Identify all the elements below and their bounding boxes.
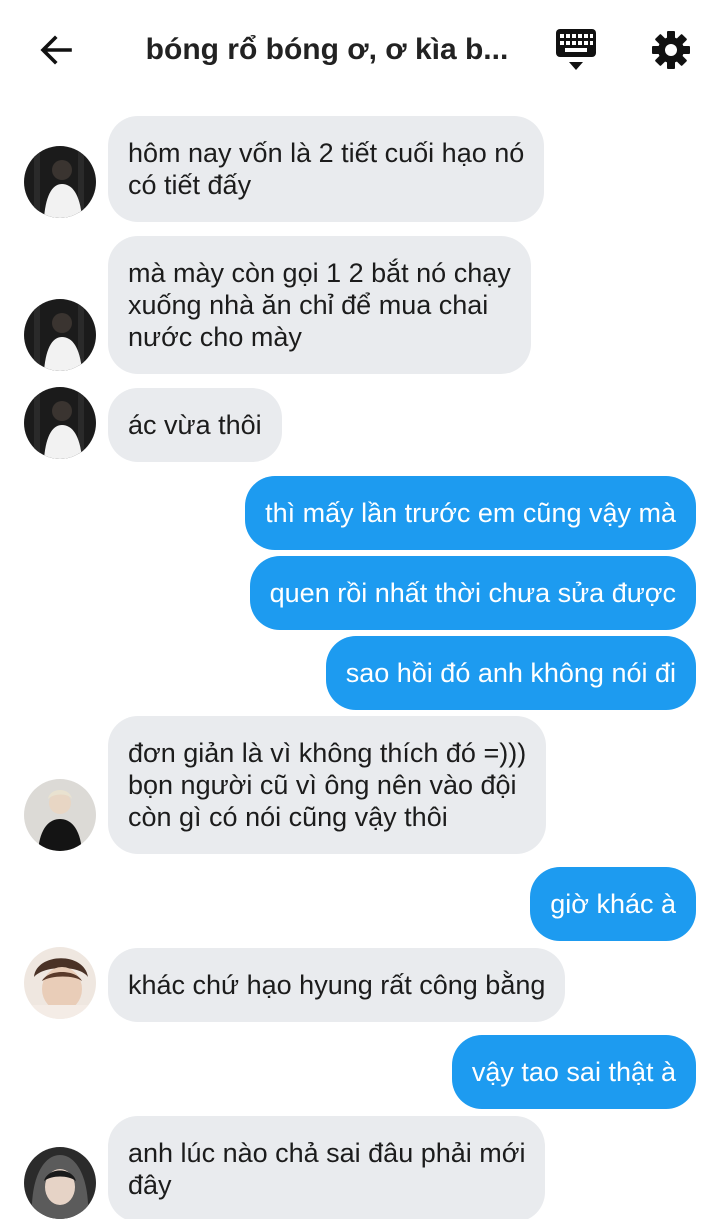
user-photo-icon: [24, 146, 96, 218]
user-photo-icon: [24, 387, 96, 459]
settings-button[interactable]: [646, 26, 696, 74]
chat-header: bóng rổ bóng ơ, ơ kìa b...: [0, 0, 720, 100]
message-bubble-incoming[interactable]: ác vừa thôi: [108, 388, 282, 462]
arrow-left-icon: [40, 35, 72, 65]
message-bubble-outgoing[interactable]: quen rồi nhất thời chưa sửa được: [249, 556, 696, 630]
message-bubble-incoming[interactable]: anh lúc nào chả sai đâu phải mới đây: [108, 1116, 546, 1219]
message-bubble-outgoing[interactable]: thì mấy lần trước em cũng vậy mà: [245, 476, 696, 550]
keyboard-icon: [556, 29, 596, 70]
avatar[interactable]: [24, 299, 96, 371]
avatar[interactable]: [24, 146, 96, 218]
user-photo-icon: [24, 779, 96, 851]
message-bubble-incoming[interactable]: đơn giản là vì không thích đó =))) bọn n…: [108, 716, 547, 854]
message-bubble-incoming[interactable]: hôm nay vốn là 2 tiết cuối hạo nó có tiế…: [108, 116, 545, 222]
message-list[interactable]: hôm nay vốn là 2 tiết cuối hạo nó có tiế…: [0, 100, 720, 1219]
back-button[interactable]: [32, 28, 80, 72]
user-photo-icon: [24, 299, 96, 371]
gear-icon: [652, 31, 690, 69]
avatar[interactable]: [24, 947, 96, 1019]
user-photo-icon: [24, 947, 96, 1019]
user-photo-icon: [24, 1147, 96, 1219]
avatar[interactable]: [24, 1147, 96, 1219]
message-bubble-outgoing[interactable]: giờ khác à: [530, 867, 696, 941]
keyboard-button[interactable]: [552, 26, 600, 74]
conversation-title[interactable]: bóng rổ bóng ơ, ơ kìa b...: [112, 30, 542, 70]
message-bubble-outgoing[interactable]: sao hồi đó anh không nói đi: [325, 636, 696, 710]
message-bubble-outgoing[interactable]: vậy tao sai thật à: [451, 1035, 696, 1109]
message-bubble-incoming[interactable]: mà mày còn gọi 1 2 bắt nó chạy xuống nhà…: [108, 236, 531, 374]
avatar[interactable]: [24, 779, 96, 851]
message-bubble-incoming[interactable]: khác chứ hạo hyung rất công bằng: [108, 948, 566, 1022]
avatar[interactable]: [24, 387, 96, 459]
